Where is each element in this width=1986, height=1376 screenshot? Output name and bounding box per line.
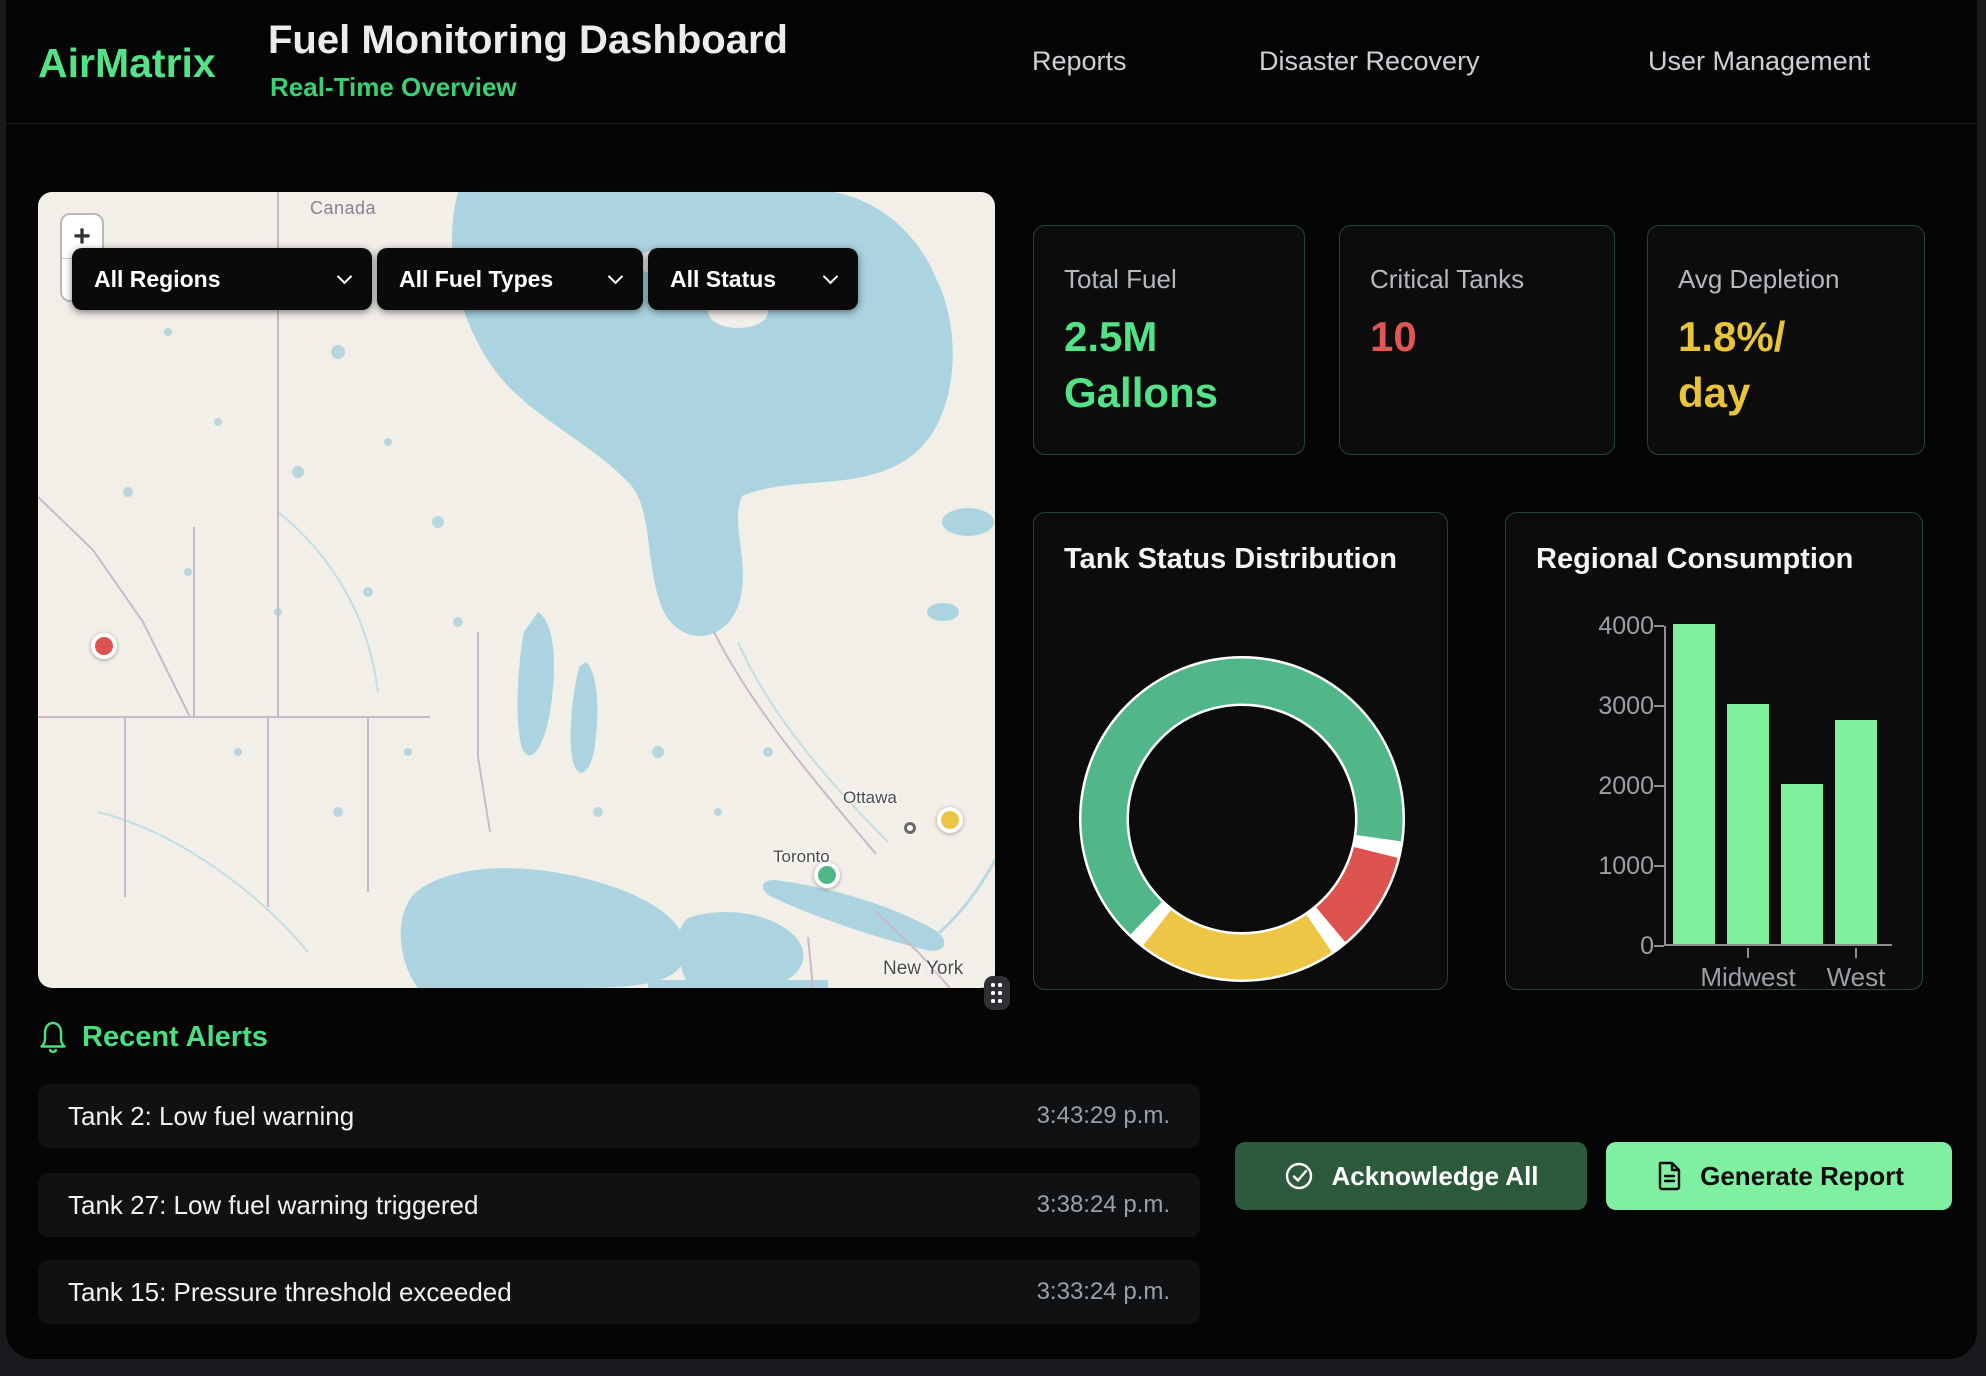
alerts-section-title: Recent Alerts (82, 1021, 268, 1054)
map-geography (38, 192, 995, 988)
chevron-down-icon (823, 268, 839, 284)
y-axis-tick-label: 3000 (1568, 692, 1654, 720)
city-label-ottawa: Ottawa (843, 788, 897, 808)
bell-icon (38, 1020, 68, 1054)
bar-0 (1673, 624, 1715, 944)
y-axis-tick (1654, 625, 1664, 627)
region-filter-dropdown[interactable]: All Regions (72, 248, 372, 310)
tank-status-chart-card: Tank Status Distribution (1033, 512, 1448, 990)
page-title: Fuel Monitoring Dashboard (268, 18, 788, 63)
x-axis-tick-label: West (1776, 962, 1936, 993)
kpi-card-total-fuel: Total Fuel 2.5MGallons (1033, 225, 1305, 455)
acknowledge-all-button[interactable]: Acknowledge All (1235, 1142, 1587, 1210)
alert-row[interactable]: Tank 15: Pressure threshold exceeded 3:3… (38, 1260, 1200, 1324)
fuel-type-filter-value: All Fuel Types (399, 266, 553, 293)
city-label-newyork: New York (883, 958, 963, 980)
y-axis-tick (1654, 785, 1664, 787)
status-filter-value: All Status (670, 266, 776, 293)
kpi-value: 1.8%/day (1678, 309, 1894, 421)
kpi-card-avg-depletion: Avg Depletion 1.8%/day (1647, 225, 1925, 455)
alert-message: Tank 27: Low fuel warning triggered (68, 1190, 478, 1221)
alert-timestamp: 3:43:29 p.m. (1037, 1102, 1170, 1130)
fuel-type-filter-dropdown[interactable]: All Fuel Types (377, 248, 643, 310)
alert-message: Tank 15: Pressure threshold exceeded (68, 1277, 512, 1308)
y-axis-tick (1654, 705, 1664, 707)
bar-2 (1781, 784, 1823, 944)
alert-row[interactable]: Tank 2: Low fuel warning 3:43:29 p.m. (38, 1084, 1200, 1148)
tank-marker-normal[interactable] (814, 862, 840, 888)
fuel-map[interactable]: + − All Regions All Fuel Types All Statu… (38, 192, 995, 988)
chevron-down-icon (337, 268, 353, 284)
kpi-label: Avg Depletion (1678, 264, 1894, 295)
y-axis-tick (1654, 865, 1664, 867)
dashboard-panel: AirMatrix Fuel Monitoring Dashboard Real… (6, 0, 1977, 1359)
kpi-value: 2.5MGallons (1064, 309, 1274, 421)
bar-3 (1835, 720, 1877, 944)
x-axis-tick (1855, 948, 1857, 958)
alert-timestamp: 3:38:24 p.m. (1037, 1191, 1170, 1219)
y-axis-tick-label: 0 (1568, 932, 1654, 960)
tank-marker-warning[interactable] (937, 807, 963, 833)
status-filter-dropdown[interactable]: All Status (648, 248, 858, 310)
y-axis-tick (1654, 945, 1664, 947)
kpi-label: Total Fuel (1064, 264, 1274, 295)
page-subtitle: Real-Time Overview (270, 72, 517, 103)
grip-dots-icon (991, 983, 995, 987)
generate-report-button[interactable]: Generate Report (1606, 1142, 1952, 1210)
nav-reports[interactable]: Reports (1032, 46, 1127, 77)
app-header: AirMatrix Fuel Monitoring Dashboard Real… (6, 0, 1977, 124)
region-filter-value: All Regions (94, 266, 221, 293)
bar-1 (1727, 704, 1769, 944)
country-label: Canada (310, 198, 376, 219)
alert-row[interactable]: Tank 27: Low fuel warning triggered 3:38… (38, 1173, 1200, 1237)
check-circle-icon (1283, 1160, 1315, 1192)
recent-alerts-header: Recent Alerts (38, 1020, 268, 1054)
alert-timestamp: 3:33:24 p.m. (1037, 1278, 1170, 1306)
chevron-down-icon (608, 268, 624, 284)
app-logo: AirMatrix (38, 40, 216, 87)
report-document-icon (1654, 1159, 1684, 1193)
tank-status-donut-chart (1076, 653, 1408, 985)
tank-marker-critical[interactable] (91, 633, 117, 659)
y-axis-tick-label: 2000 (1568, 772, 1654, 800)
chart-title: Tank Status Distribution (1064, 543, 1397, 576)
kpi-card-critical-tanks: Critical Tanks 10 (1339, 225, 1615, 455)
chart-title: Regional Consumption (1536, 543, 1853, 576)
regional-consumption-bar-chart: 01000200030004000MidwestWest (1664, 626, 1892, 946)
kpi-value: 10 (1370, 309, 1584, 365)
generate-report-label: Generate Report (1700, 1161, 1904, 1192)
regional-consumption-chart-card: Regional Consumption 01000200030004000Mi… (1505, 512, 1923, 990)
resize-grip-handle[interactable] (984, 976, 1010, 1010)
alert-message: Tank 2: Low fuel warning (68, 1101, 354, 1132)
y-axis-tick-label: 1000 (1568, 852, 1654, 880)
nav-disaster-recovery[interactable]: Disaster Recovery (1259, 46, 1480, 77)
nav-user-management[interactable]: User Management (1648, 46, 1870, 77)
acknowledge-all-label: Acknowledge All (1331, 1161, 1538, 1192)
x-axis-tick (1747, 948, 1749, 958)
city-dot-icon (904, 822, 916, 834)
kpi-label: Critical Tanks (1370, 264, 1584, 295)
y-axis-tick-label: 4000 (1568, 612, 1654, 640)
